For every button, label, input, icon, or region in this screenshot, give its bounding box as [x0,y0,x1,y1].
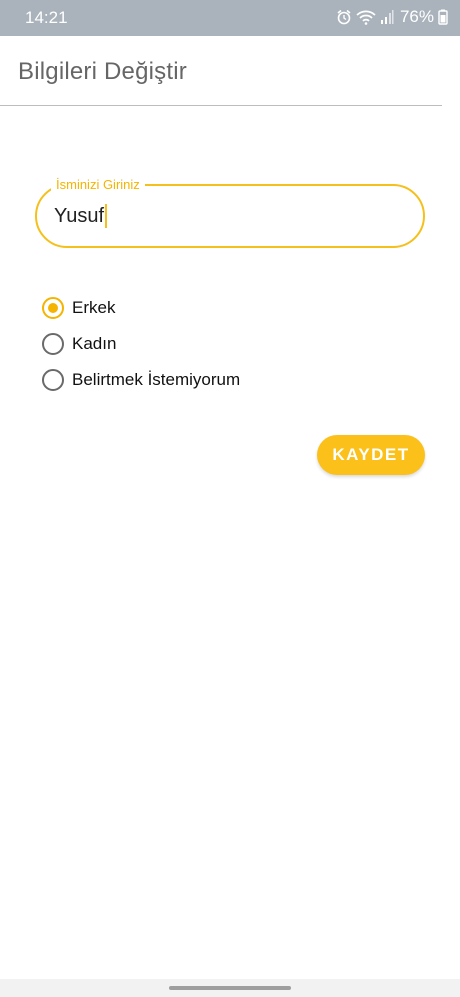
alarm-icon [336,9,352,25]
name-input-value[interactable]: Yusuf [54,205,104,228]
screen: 14:21 76% Bilgileri Değiştir İsminizi Gi… [0,0,460,997]
radio-option-kadin[interactable]: Kadın [42,326,240,362]
signal-icon [380,9,394,25]
status-time: 14:21 [25,8,68,27]
name-input-label: İsminizi Giriniz [51,177,145,193]
radio-button-erkek[interactable] [42,297,64,319]
radio-label-kadin[interactable]: Kadın [72,334,116,354]
text-cursor [105,204,108,228]
battery-icon [438,9,448,25]
battery-percent: 76% [399,7,434,26]
name-input-value-wrap[interactable]: Yusuf [54,204,108,228]
status-icons: 76% [336,7,448,27]
radio-option-belirtmek-istemiyorum[interactable]: Belirtmek İstemiyorum [42,362,240,398]
radio-label-belirtmek-istemiyorum[interactable]: Belirtmek İstemiyorum [72,370,240,390]
radio-button-kadin[interactable] [42,333,64,355]
app-bar: Bilgileri Değiştir [0,36,442,106]
name-input[interactable]: İsminizi Giriniz Yusuf [35,177,425,248]
wifi-icon [356,9,376,25]
save-button[interactable]: KAYDET [317,435,425,475]
home-gesture-handle[interactable] [169,986,291,990]
radio-option-erkek[interactable]: Erkek [42,290,240,326]
radio-label-erkek[interactable]: Erkek [72,298,115,318]
status-bar: 14:21 76% [0,0,460,36]
page-title: Bilgileri Değiştir [18,58,187,85]
radio-button-belirtmek-istemiyorum[interactable] [42,369,64,391]
gender-radio-group: Erkek Kadın Belirtmek İstemiyorum [42,290,240,398]
navigation-bar [0,979,460,997]
